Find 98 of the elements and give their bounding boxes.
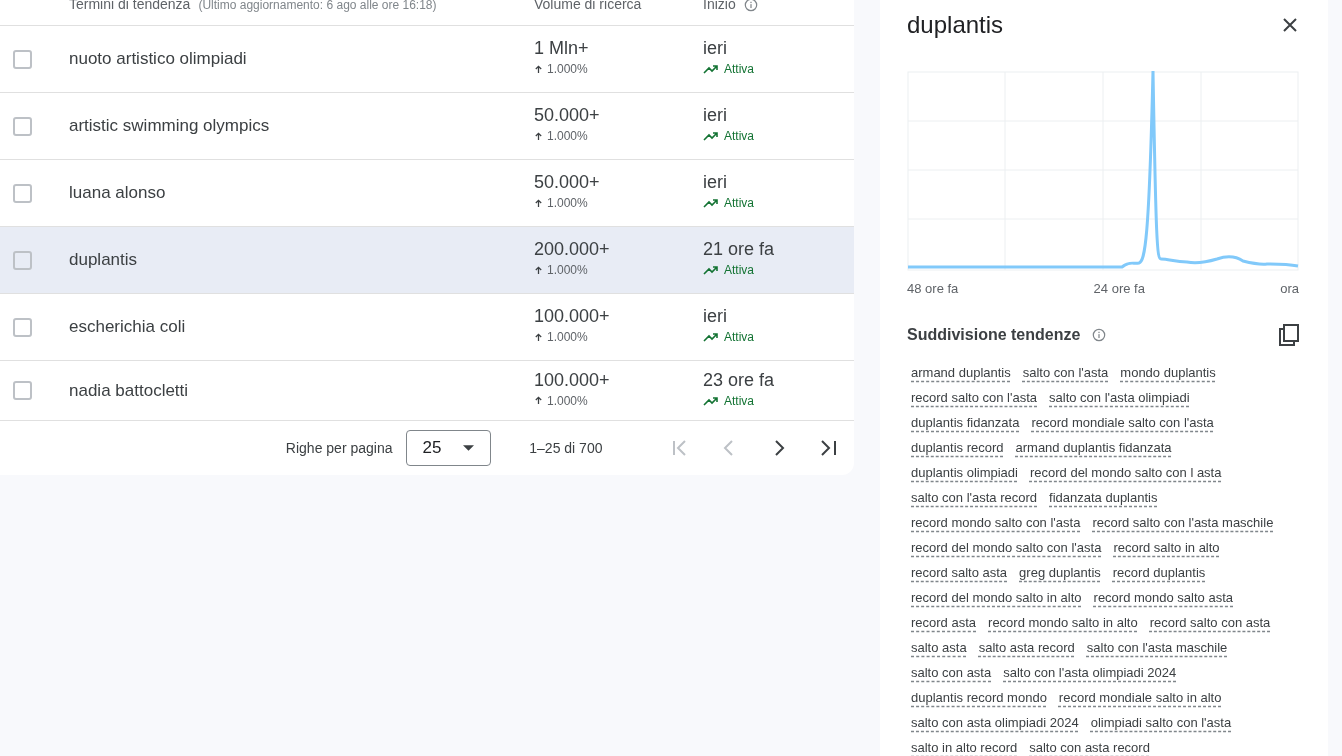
trend-tag[interactable]: salto con l'asta	[1022, 362, 1109, 382]
trend-tag[interactable]: salto in alto record	[911, 737, 1018, 756]
trend-tag[interactable]: salto con asta record	[1029, 737, 1150, 756]
trending-up-icon	[703, 332, 719, 342]
arrow-up-icon	[534, 198, 543, 208]
trend-tag[interactable]: salto con l'asta maschile	[1086, 637, 1228, 657]
trend-tag[interactable]: record mondo salto con l'asta	[911, 512, 1081, 532]
trend-tag[interactable]: duplantis record	[911, 437, 1004, 457]
trend-tag[interactable]: salto asta	[911, 637, 967, 657]
trend-tag[interactable]: record mondiale salto in alto	[1058, 687, 1222, 707]
trend-tag[interactable]: armand duplantis fidanzata	[1015, 437, 1172, 457]
trend-tag[interactable]: record asta	[911, 612, 977, 632]
copy-icon[interactable]	[1277, 322, 1301, 347]
growth-percent: 1.000%	[547, 262, 588, 279]
trend-tag[interactable]: olimpiadi salto con l'asta	[1090, 712, 1232, 732]
trend-term[interactable]: escherichia coli	[69, 314, 534, 340]
status-label: Attiva	[724, 329, 754, 346]
search-volume: 100.000+	[534, 368, 611, 392]
trend-tag[interactable]: duplantis fidanzata	[911, 412, 1020, 432]
trend-tag[interactable]: record mondiale salto con l'asta	[1031, 412, 1214, 432]
trending-up-icon	[703, 395, 719, 406]
page-range: 1–25 di 700	[529, 438, 604, 458]
trend-tag[interactable]: record mondo salto asta	[1093, 587, 1233, 607]
growth-percent: 1.000%	[547, 195, 588, 212]
axis-label: 24 ore fa	[1093, 280, 1145, 298]
axis-label: ora	[1280, 280, 1299, 298]
trend-tag[interactable]: salto con asta	[911, 662, 992, 682]
arrow-up-icon	[534, 131, 543, 141]
trend-tag[interactable]: armand duplantis	[911, 362, 1011, 382]
rows-per-page-select[interactable]: 25	[405, 430, 492, 466]
checkbox[interactable]	[13, 381, 32, 400]
start-time: 21 ore fa	[703, 238, 776, 261]
start-time: 23 ore fa	[703, 368, 776, 392]
start-time: ieri	[703, 37, 728, 60]
trend-term[interactable]: artistic swimming olympics	[69, 113, 534, 139]
update-note: (Ultimo aggiornamento: 6 ago alle ore 16:18)	[198, 0, 437, 14]
trend-tag[interactable]: record salto con asta	[1149, 612, 1271, 632]
rows-per-page-label: Righe per pagina	[285, 438, 393, 458]
trend-tag[interactable]: salto con asta olimpiadi 2024	[911, 712, 1079, 732]
checkbox[interactable]	[13, 317, 32, 337]
start-time: ieri	[703, 171, 728, 194]
status-label: Attiva	[724, 392, 754, 410]
trend-tag[interactable]: record salto con l'asta maschile	[1092, 512, 1274, 532]
status-label: Attiva	[724, 195, 754, 212]
arrow-up-icon	[534, 396, 543, 405]
arrow-up-icon	[534, 332, 543, 342]
trend-tag[interactable]: record mondo salto in alto	[988, 612, 1138, 632]
trending-up-icon	[703, 265, 719, 275]
trend-tag[interactable]: record duplantis	[1112, 562, 1206, 582]
arrow-up-icon	[534, 265, 543, 275]
trend-tag[interactable]: record del mondo salto con l'asta	[911, 537, 1102, 557]
search-volume: 50.000+	[534, 171, 601, 194]
start-time: ieri	[703, 305, 728, 328]
search-volume: 100.000+	[534, 305, 611, 328]
trend-term[interactable]: nuoto artistico olimpiadi	[69, 46, 534, 72]
trend-tag[interactable]: record del mondo salto con l asta	[1029, 462, 1222, 482]
growth-percent: 1.000%	[547, 61, 588, 78]
panel-title: duplantis	[907, 10, 1004, 40]
trend-tag[interactable]: duplantis record mondo	[911, 687, 1047, 707]
trend-tag[interactable]: salto con l'asta olimpiadi 2024	[1003, 662, 1177, 682]
trend-tag[interactable]: salto con l'asta olimpiadi	[1049, 387, 1190, 407]
growth-percent: 1.000%	[547, 329, 588, 346]
trend-tag[interactable]: record salto in alto	[1113, 537, 1220, 557]
status-label: Attiva	[724, 128, 754, 145]
trend-tag[interactable]: duplantis olimpiadi	[911, 462, 1018, 482]
trend-tag[interactable]: greg duplantis	[1019, 562, 1101, 582]
trend-tag[interactable]: record del mondo salto in alto	[911, 587, 1082, 607]
search-volume: 200.000+	[534, 238, 611, 261]
search-volume: 50.000+	[534, 104, 601, 127]
start-time: ieri	[703, 104, 728, 127]
arrow-up-icon	[534, 64, 543, 74]
section-title: Suddivisione tendenze	[907, 324, 1081, 345]
info-icon[interactable]	[1092, 327, 1107, 342]
trending-up-icon	[703, 198, 719, 208]
search-volume: 1 Mln+	[534, 37, 590, 60]
growth-percent: 1.000%	[547, 392, 588, 410]
checkbox[interactable]	[13, 250, 32, 270]
status-label: Attiva	[724, 262, 754, 279]
trend-tag[interactable]: fidanzata duplantis	[1049, 487, 1158, 507]
trend-term[interactable]: nadia battocletti	[69, 377, 534, 404]
axis-label: 48 ore fa	[907, 280, 959, 298]
checkbox[interactable]	[13, 116, 32, 136]
trend-tag[interactable]: salto con l'asta record	[911, 487, 1038, 507]
trending-up-icon	[703, 64, 719, 74]
growth-percent: 1.000%	[547, 128, 588, 145]
status-label: Attiva	[724, 61, 754, 78]
trending-up-icon	[703, 131, 719, 141]
trend-tag[interactable]: salto asta record	[978, 637, 1075, 657]
trend-tag[interactable]: mondo duplantis	[1120, 362, 1216, 382]
info-icon[interactable]	[743, 0, 758, 12]
selected-row[interactable]: duplantis 200.000+ 1.000% 21 ore fa Attiva	[0, 227, 854, 294]
trend-term[interactable]: duplantis	[69, 247, 534, 273]
trend-tag[interactable]: record salto con l'asta	[911, 387, 1038, 407]
trend-term[interactable]: luana alonso	[69, 180, 534, 206]
caret-icon	[463, 445, 475, 451]
trend-tag[interactable]: record salto asta	[911, 562, 1008, 582]
checkbox[interactable]	[13, 49, 32, 69]
checkbox[interactable]	[13, 183, 32, 203]
